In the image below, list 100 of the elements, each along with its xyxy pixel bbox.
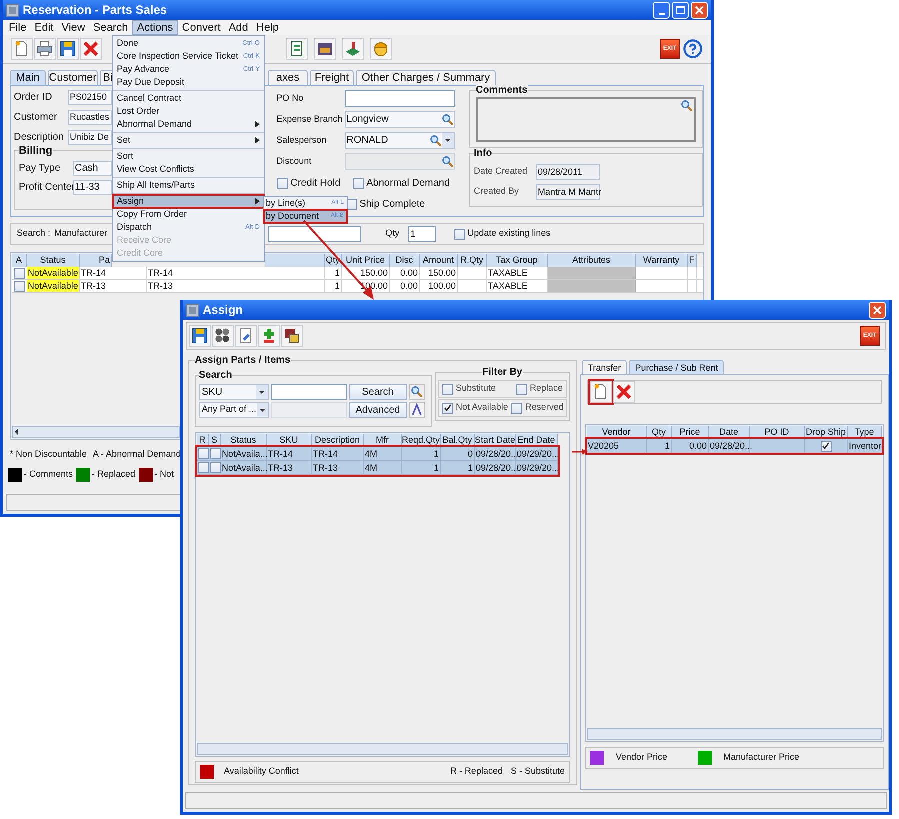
text-field[interactable]: Cash <box>73 161 112 176</box>
advanced-button[interactable]: Advanced <box>349 402 407 418</box>
search-icon[interactable] <box>442 114 454 126</box>
menu-bar-item[interactable]: File <box>5 20 31 35</box>
text-field[interactable]: PS02150 <box>68 90 112 105</box>
submenu-arrow-icon <box>255 198 260 205</box>
combo-box[interactable]: SKU <box>199 384 269 400</box>
column-header[interactable]: Tax Group <box>487 254 548 267</box>
menu-item[interactable]: Lost Order <box>113 105 264 118</box>
column-header[interactable]: Status <box>27 254 80 267</box>
plus-minus-icon[interactable] <box>258 325 280 347</box>
search-icon[interactable] <box>411 386 423 398</box>
save-icon[interactable] <box>189 325 211 347</box>
menu-item[interactable]: Set <box>113 134 264 147</box>
menu-item[interactable]: Sort <box>113 150 264 163</box>
checkbox[interactable] <box>198 448 208 459</box>
field-label: Description <box>14 131 66 145</box>
menu-bar-item[interactable]: Help <box>252 20 284 35</box>
delete-icon[interactable] <box>80 38 102 60</box>
table-row[interactable]: V20205 1 0.00 09/28/20... Inventor <box>587 439 882 453</box>
horizontal-scrollbar[interactable] <box>587 728 882 740</box>
table-row[interactable]: NotAvaila...TR-13 TR-13 4M 1 1 09/28/20...09/29/20... <box>197 461 558 475</box>
text-field[interactable]: Unibiz De <box>68 130 112 145</box>
menu-item[interactable]: View Cost Conflicts <box>113 163 264 176</box>
table-row[interactable]: NotAvaila...TR-14 TR-14 4M 1 0 09/28/20...09/29/20... <box>197 447 558 461</box>
checkbox[interactable] <box>352 178 364 189</box>
tab[interactable]: Transfer <box>582 360 628 374</box>
close-button[interactable] <box>691 2 708 18</box>
delete-icon[interactable] <box>613 381 635 403</box>
new-document-icon[interactable] <box>11 38 33 60</box>
qty-field[interactable]: 1 <box>408 226 436 242</box>
comments-field[interactable] <box>476 97 696 142</box>
minimize-button[interactable] <box>653 2 670 18</box>
menu-bar-item[interactable]: Search <box>89 20 132 35</box>
combo-box[interactable]: RONALD <box>344 132 455 149</box>
horizontal-scrollbar[interactable] <box>12 426 180 438</box>
menu-bar-item[interactable]: Add <box>224 20 252 35</box>
new-document-button[interactable] <box>590 381 612 403</box>
scroll-left-icon[interactable] <box>13 428 21 436</box>
column-header[interactable]: A <box>12 254 27 267</box>
column-header[interactable]: Amount <box>420 254 458 267</box>
printer-icon[interactable] <box>34 38 56 60</box>
menu-item[interactable]: Pay Due Deposit <box>113 76 264 89</box>
search-icon[interactable] <box>442 156 454 168</box>
checkbox[interactable] <box>516 384 527 394</box>
menu-item[interactable]: Ship All Items/Parts <box>113 179 264 192</box>
maximize-button[interactable] <box>672 2 689 18</box>
checkbox[interactable] <box>442 384 453 394</box>
table-cell: TR-14 <box>312 447 364 460</box>
combo-box[interactable]: Any Part of ... <box>199 402 269 418</box>
checkbox[interactable] <box>511 402 522 414</box>
close-button[interactable] <box>869 302 886 318</box>
search-button[interactable]: Search <box>349 384 407 400</box>
column-header[interactable]: Attributes <box>548 254 636 267</box>
save-icon[interactable] <box>57 38 79 60</box>
search-icon[interactable] <box>680 100 693 112</box>
column-header[interactable]: Unit Price <box>342 254 390 267</box>
column-header[interactable]: Disc <box>390 254 420 267</box>
menu-item[interactable]: Copy From Order <box>113 208 264 221</box>
tab[interactable]: Other Charges / Summary <box>356 70 496 85</box>
checkbox[interactable] <box>210 462 220 473</box>
field-label: Date Created <box>474 165 528 178</box>
horizontal-scrollbar[interactable] <box>197 743 568 755</box>
tab[interactable]: Customer <box>48 70 98 85</box>
legend-text: S - Substitute <box>510 765 565 778</box>
checkbox[interactable] <box>276 178 288 189</box>
menu-bar-item[interactable]: Edit <box>30 20 58 35</box>
menu-bar-item[interactable]: Actions <box>132 20 178 35</box>
menu-bar-item[interactable]: Convert <box>178 20 225 35</box>
checkbox[interactable] <box>454 228 465 240</box>
tab[interactable]: axes <box>268 70 308 85</box>
tab[interactable]: Purchase / Sub Rent <box>629 360 724 374</box>
column-header[interactable]: Warranty <box>636 254 688 267</box>
checkbox[interactable] <box>14 280 25 292</box>
checkbox[interactable] <box>14 268 25 278</box>
search-field[interactable] <box>268 226 361 242</box>
document-icon[interactable] <box>286 38 308 60</box>
checkbox[interactable] <box>820 440 832 452</box>
menu-item[interactable]: Cancel Contract <box>113 92 264 105</box>
help-icon[interactable] <box>683 39 703 59</box>
search-field[interactable] <box>271 384 347 400</box>
checkbox[interactable] <box>198 462 208 473</box>
spheres-icon[interactable] <box>212 325 234 347</box>
column-header[interactable]: R.Qty <box>458 254 487 267</box>
text-field[interactable]: Rucastles <box>68 110 112 125</box>
tab[interactable]: Freight <box>310 70 354 85</box>
text-field[interactable] <box>344 153 455 170</box>
checkbox[interactable] <box>210 448 220 459</box>
menu-item[interactable]: Abnormal Demand <box>113 118 264 131</box>
menu-item[interactable]: Assign <box>113 195 264 208</box>
text-field[interactable] <box>344 90 455 107</box>
tab[interactable]: Main <box>10 70 46 85</box>
menu-bar-item[interactable]: View <box>58 20 90 35</box>
text-field[interactable]: Longview <box>344 111 455 128</box>
table-cell: 150.00 <box>342 267 390 279</box>
text-field[interactable]: 11-33 <box>73 180 112 195</box>
search-icon[interactable] <box>430 134 442 146</box>
column-header[interactable]: F <box>688 254 697 267</box>
column-header[interactable]: Pa <box>80 254 112 267</box>
checkbox[interactable] <box>442 402 453 414</box>
